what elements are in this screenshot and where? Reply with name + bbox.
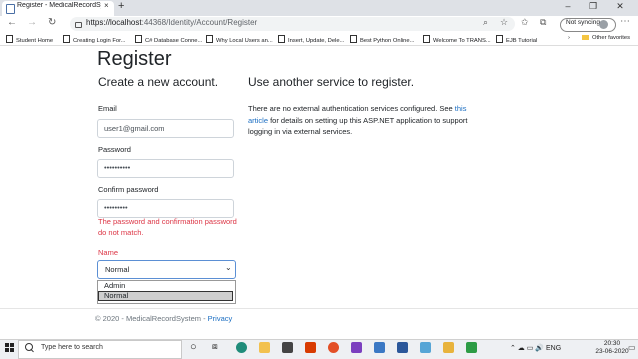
file-explorer-icon[interactable] — [259, 342, 270, 353]
option-label: Admin — [104, 281, 126, 290]
page-icon — [496, 35, 503, 43]
password-label: Password — [98, 145, 131, 154]
bookmark-label: Why Local Users an... — [216, 38, 273, 44]
name-label: Name — [98, 248, 119, 257]
taskbar-search-placeholder: Type here to search — [41, 344, 103, 351]
collections-icon[interactable]: ⧉ — [540, 17, 546, 28]
sync-label: Not syncing — [566, 19, 600, 26]
app-icon[interactable] — [374, 342, 385, 353]
app-icon[interactable] — [420, 342, 431, 353]
footer-copyright: © 2020 - MedicalRecordSystem - — [95, 314, 208, 323]
office-icon[interactable] — [305, 342, 316, 353]
page-favicon-icon — [6, 4, 15, 14]
bookmark-item[interactable]: Student Home — [6, 35, 53, 44]
bookmark-label: Other favorites — [592, 35, 631, 41]
bookmark-label: EJB Tutorial — [506, 38, 538, 44]
email-value: user1@gmail.com — [104, 124, 165, 133]
chevron-down-icon[interactable]: ⌄ — [225, 263, 232, 272]
confirm-password-label: Confirm password — [98, 185, 159, 194]
page-icon — [350, 35, 357, 43]
folder-icon — [582, 35, 589, 40]
back-icon[interactable]: ← — [7, 17, 17, 28]
clock-date[interactable]: 23-06-2020 — [593, 348, 631, 355]
external-text-end: for details on setting up this ASP.NET a… — [248, 115, 468, 137]
bookmarks-overflow-icon[interactable]: › — [568, 35, 570, 41]
bookmark-label: C# Database Conne... — [145, 38, 203, 44]
lock-icon[interactable] — [75, 22, 82, 28]
page-icon — [278, 35, 285, 43]
create-account-heading: Create a new account. — [98, 75, 219, 89]
page-icon — [206, 35, 213, 43]
word-icon[interactable] — [397, 342, 408, 353]
bookmark-item[interactable]: Creating Login For... — [63, 35, 126, 44]
page-icon — [6, 35, 13, 43]
app-icon[interactable] — [466, 342, 477, 353]
store-icon[interactable] — [282, 342, 293, 353]
refresh-icon[interactable]: ↻ — [48, 17, 56, 28]
notification-icon[interactable]: ▭ — [628, 343, 636, 352]
page-icon — [63, 35, 70, 43]
tray-icons: ⌃ ☁ ▭ 🔊 — [510, 345, 546, 352]
more-menu-icon[interactable]: ⋯ — [620, 16, 630, 27]
minimize-icon[interactable]: – — [558, 1, 578, 11]
bookmark-folder[interactable]: Other favorites — [582, 35, 630, 41]
url-host: https://localhost — [86, 18, 142, 27]
email-label: Email — [98, 104, 117, 113]
favorite-star-icon[interactable]: ☆ — [500, 17, 508, 28]
close-window-icon[interactable]: ✕ — [610, 1, 630, 12]
footer-divider — [0, 308, 638, 309]
windows-start-icon[interactable] — [5, 343, 15, 353]
footer: © 2020 - MedicalRecordSystem - Privacy — [95, 314, 232, 323]
language-indicator[interactable]: ENG — [546, 345, 561, 352]
tab-title: Register - MedicalRecordSystem — [17, 2, 101, 9]
password-value: •••••••••• — [104, 163, 131, 172]
bookmark-item[interactable]: Insert, Update, Dele... — [278, 35, 344, 44]
bookmark-item[interactable]: Why Local Users an... — [206, 35, 273, 44]
bookmark-label: Welcome To TRANS... — [433, 38, 491, 44]
external-text-start: There are no external authentication ser… — [248, 104, 455, 113]
page-icon — [423, 35, 430, 43]
task-view-icon[interactable]: ⧈ — [212, 341, 218, 352]
edge-icon[interactable] — [236, 342, 247, 353]
url-path: :44368/Identity/Account/Register — [141, 18, 258, 27]
tab-close-icon[interactable]: × — [104, 1, 109, 10]
confirm-password-value: ••••••••• — [104, 203, 128, 212]
validation-error: The password and confirmation password d… — [98, 217, 237, 237]
system-tray[interactable]: ⌃ ☁ ▭ 🔊 ENG — [510, 344, 561, 352]
option-label: Normal — [104, 291, 129, 300]
app-icon[interactable] — [443, 342, 454, 353]
cortana-icon[interactable]: ○ — [190, 341, 197, 353]
clock-time[interactable]: 20:30 — [593, 340, 631, 347]
chrome-icon[interactable] — [328, 342, 339, 353]
bookmark-label: Insert, Update, Dele... — [288, 38, 345, 44]
bookmark-label: Creating Login For... — [73, 38, 126, 44]
maximize-icon[interactable]: ❐ — [583, 1, 603, 12]
bookmark-item[interactable]: EJB Tutorial — [496, 35, 537, 44]
zoom-icon[interactable]: ⌕ — [483, 17, 488, 28]
visual-studio-icon[interactable] — [351, 342, 362, 353]
new-tab-button[interactable]: + — [118, 0, 124, 12]
external-auth-message: There are no external authentication ser… — [248, 103, 478, 138]
url-text[interactable]: https://localhost:44368/Identity/Account… — [86, 18, 257, 27]
bookmark-label: Student Home — [16, 38, 54, 44]
privacy-link[interactable]: Privacy — [208, 314, 233, 323]
bookmark-item[interactable]: C# Database Conne... — [135, 35, 202, 44]
name-select-value: Normal — [105, 265, 130, 274]
bookmark-item[interactable]: Welcome To TRANS... — [423, 35, 491, 44]
bookmark-label: Best Python Online... — [360, 38, 415, 44]
page-title: Register — [97, 48, 172, 70]
forward-icon[interactable]: → — [27, 17, 37, 28]
external-service-heading: Use another service to register. — [248, 75, 415, 89]
bookmark-item[interactable]: Best Python Online... — [350, 35, 414, 44]
favorites-bar-icon[interactable]: ✩ — [521, 17, 529, 28]
page-icon — [135, 35, 142, 43]
avatar — [599, 20, 608, 29]
